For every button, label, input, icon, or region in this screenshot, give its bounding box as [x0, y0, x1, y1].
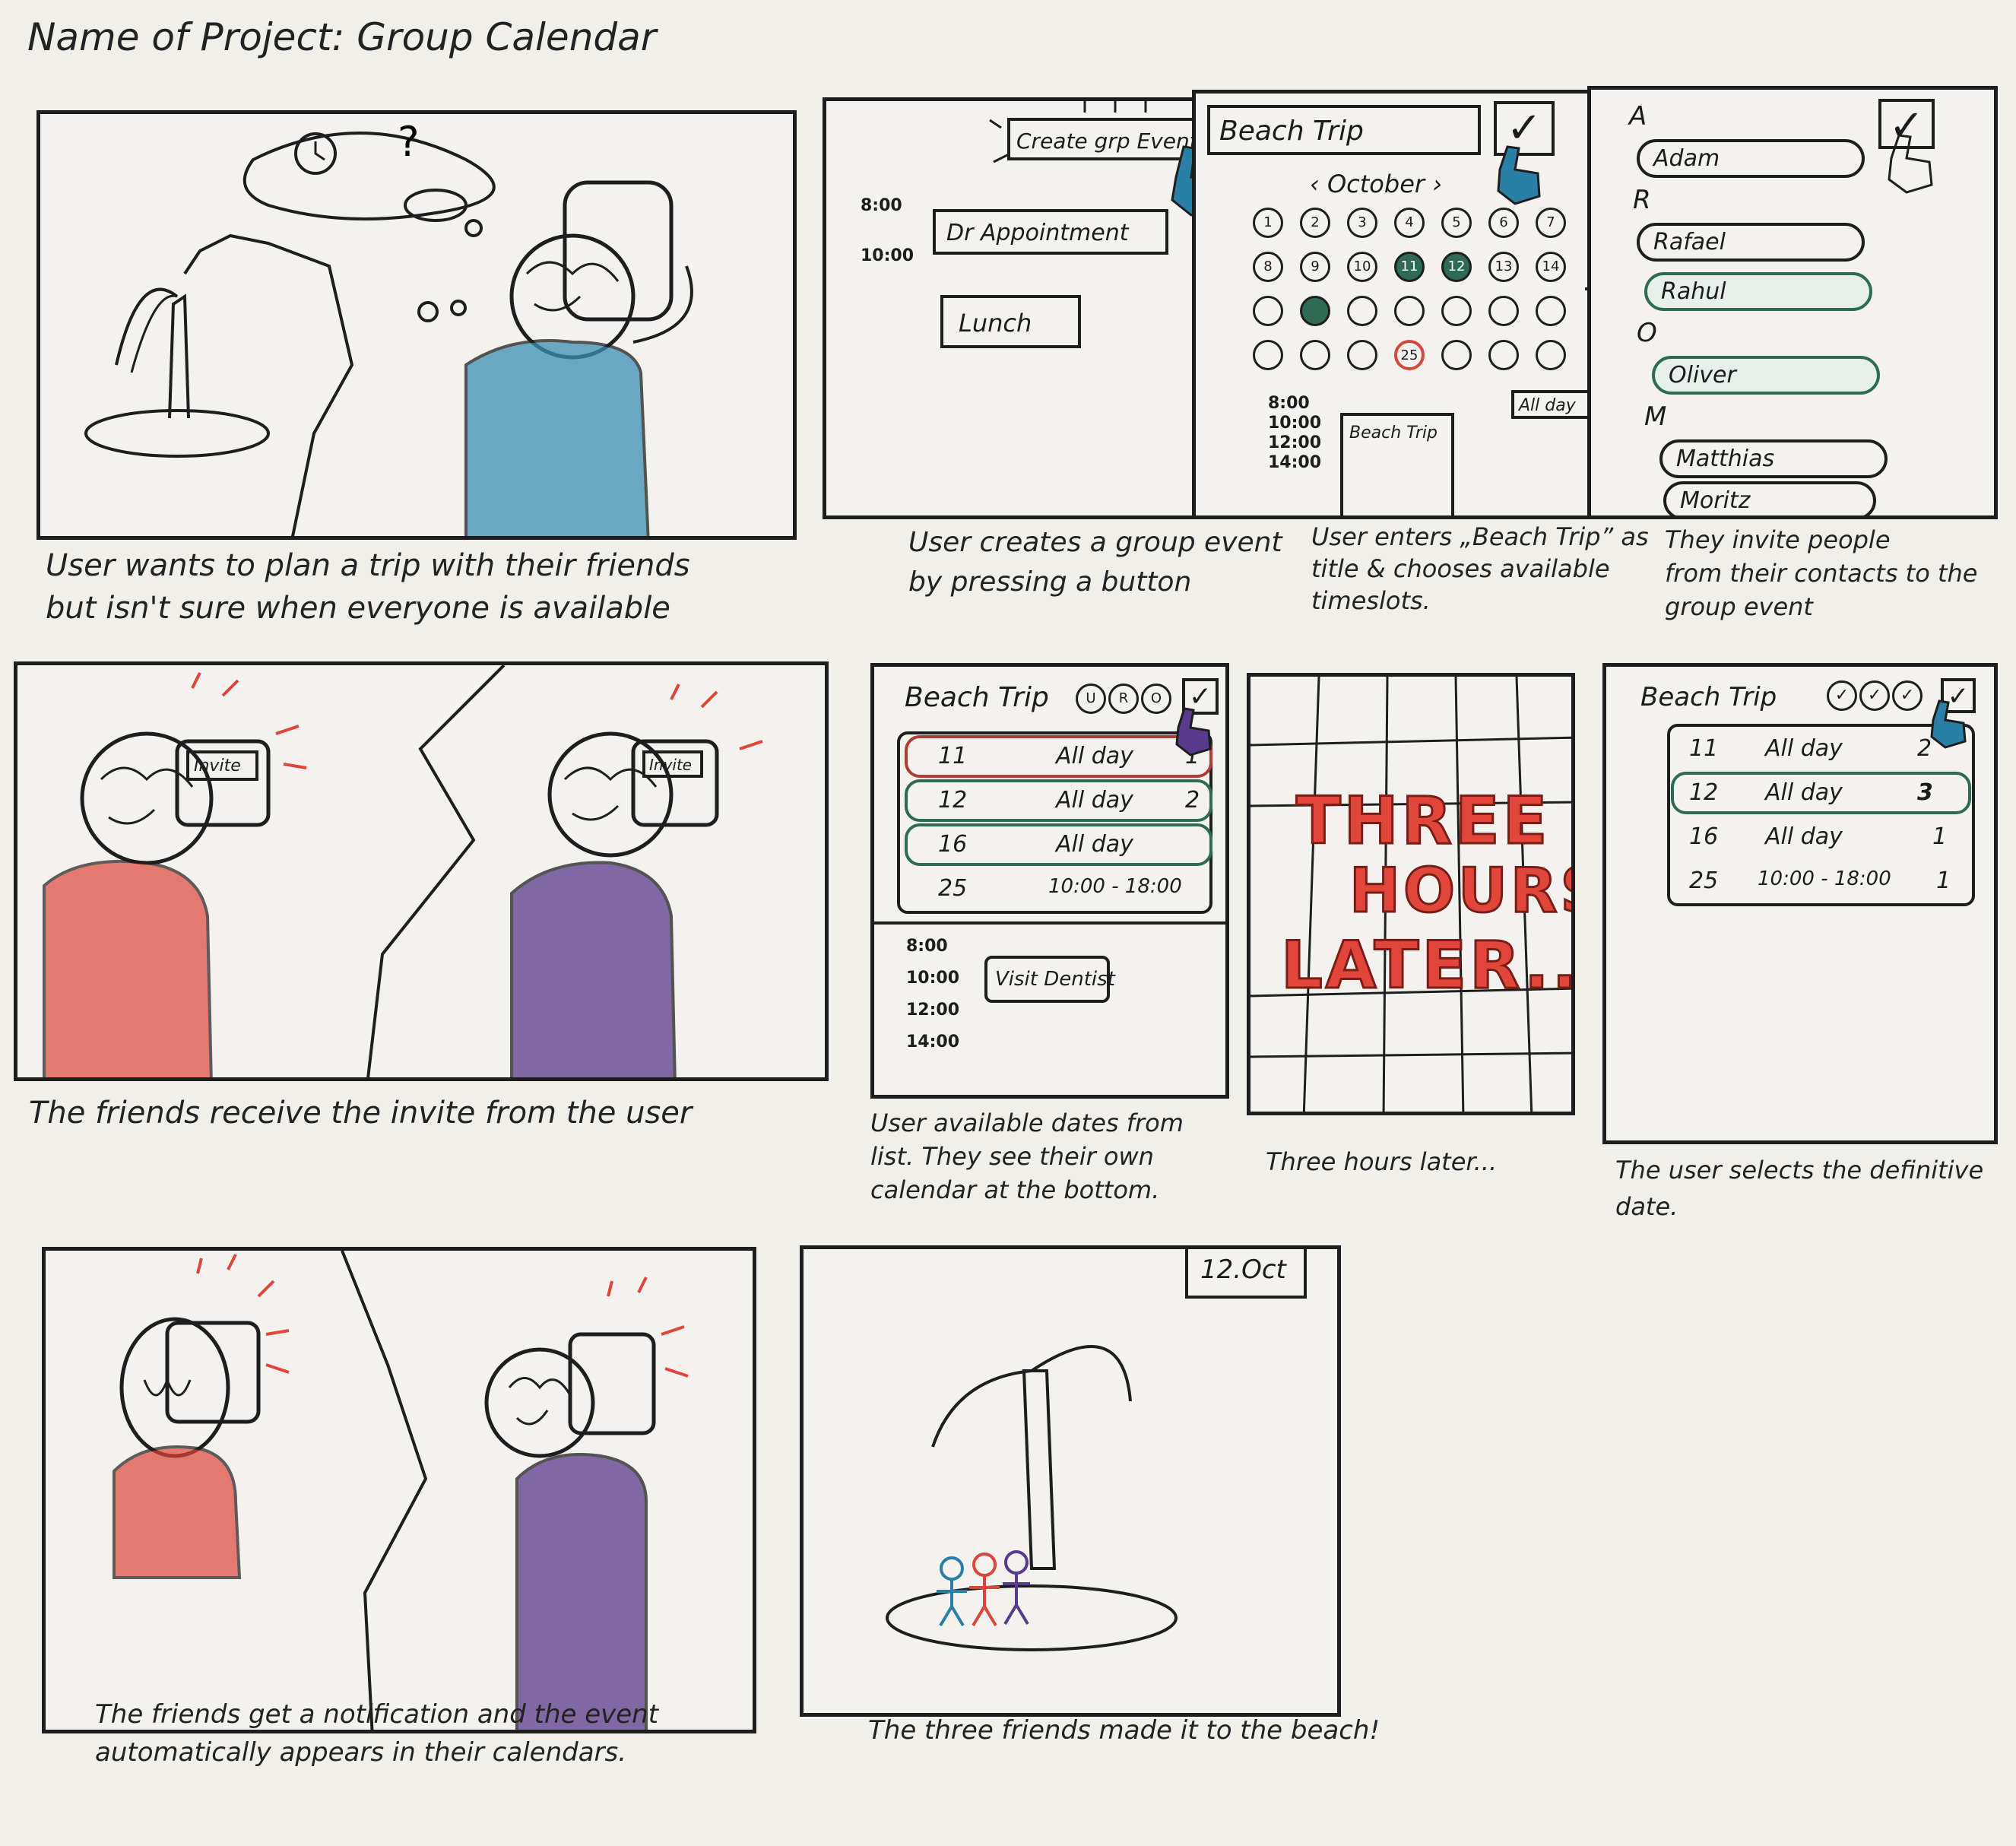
panel-2-create-event: Create grp Event 8:00 10:00 Dr Appointme… [823, 97, 1244, 519]
caption-line: but isn't sure when everyone is availabl… [46, 591, 670, 626]
caption-line: User wants to plan a trip with their fri… [46, 548, 690, 583]
hand-pointer-icon [1497, 145, 1541, 205]
project-title: Name of Project: Group Calendar [27, 15, 657, 59]
caption-line: Three hours later... [1266, 1147, 1498, 1176]
caption-line: The three friends made it to the beach! [868, 1715, 1380, 1746]
svg-text:?: ? [398, 118, 420, 166]
three-word: THREE [1295, 782, 1551, 861]
panel-3-choose-timeslots: Beach Trip ✓ ‹ October › 1 2 3 4 5 6 7 8… [1192, 90, 1612, 519]
panel-4-invite-contacts: ✓ A Adam R Rafael Rahul O Oliver M Matth… [1587, 86, 1998, 519]
panel-9-notification [42, 1247, 756, 1733]
caption-panel-6: User available dates from list. They see… [870, 1106, 1184, 1207]
caption-line: They invite people [1665, 525, 1891, 554]
caption-line: list. They see their own [870, 1142, 1154, 1171]
caption-line: automatically appears in their calendars… [95, 1737, 627, 1768]
invite-label: Invite [642, 750, 703, 778]
hand-pointer-icon [1888, 134, 1933, 194]
caption-line: User enters „Beach Trip” as [1311, 522, 1649, 551]
panel-1-user-thinking: ? [36, 110, 797, 540]
caption-panel-9: The friends get a notification and the e… [95, 1695, 658, 1771]
caption-panel-3: User enters „Beach Trip” as title & choo… [1311, 521, 1649, 617]
caption-panel-2: User creates a group event by pressing a… [908, 523, 1282, 602]
caption-panel-1: User wants to plan a trip with their fri… [46, 544, 690, 630]
caption-line: The user selects the definitive [1615, 1156, 1984, 1185]
caption-panel-10: The three friends made it to the beach! [868, 1709, 1380, 1752]
caption-line: from their contacts to the [1665, 559, 1978, 588]
caption-line: calendar at the bottom. [870, 1175, 1160, 1204]
panel-6-available-dates: Beach Trip U R O ✓ 11 All day 1 12 All d… [870, 663, 1229, 1099]
caption-panel-7: Three hours later... [1266, 1140, 1497, 1183]
caption-line: User available dates from [870, 1109, 1184, 1137]
caption-panel-4: They invite people from their contacts t… [1665, 523, 1977, 623]
caption-panel-8: The user selects the definitive date. [1615, 1152, 1983, 1225]
caption-line: User creates a group event [908, 527, 1282, 558]
caption-line: date. [1615, 1192, 1678, 1221]
caption-line: group event [1665, 592, 1813, 621]
caption-line: The friends receive the invite from the … [29, 1096, 693, 1131]
hours-word: HOURS [1348, 855, 1571, 928]
later-word: LATER... [1280, 927, 1575, 1005]
panel-10-drawing [886, 1345, 1178, 1651]
caption-line: by pressing a button [908, 566, 1192, 598]
caption-panel-5: The friends receive the invite from the … [29, 1092, 692, 1134]
caption-line: timeslots. [1311, 586, 1431, 615]
panel-1-drawing: ? [84, 118, 693, 536]
caption-line: The friends get a notification and the e… [95, 1699, 659, 1730]
panel-8-select-date: Beach Trip ✓ ✓ ✓ ✓ 11 All day 2 12 All d… [1602, 663, 1998, 1144]
panel-10-beach: 12.Oct [800, 1245, 1341, 1717]
panel-5-drawing [43, 665, 763, 1077]
caption-line: title & chooses available [1311, 554, 1610, 583]
hand-pointer-icon [1930, 699, 1967, 749]
hand-pointer-icon [1175, 707, 1212, 756]
invite-label: Invite [186, 750, 258, 781]
hand-pointer-icon [989, 101, 1219, 217]
panel-7-three-hours-later: THREE HOURS LATER... [1247, 673, 1575, 1115]
panel-9-drawing [113, 1251, 689, 1730]
panel-5-friends-receive-invite: Invite Invite [14, 661, 829, 1081]
